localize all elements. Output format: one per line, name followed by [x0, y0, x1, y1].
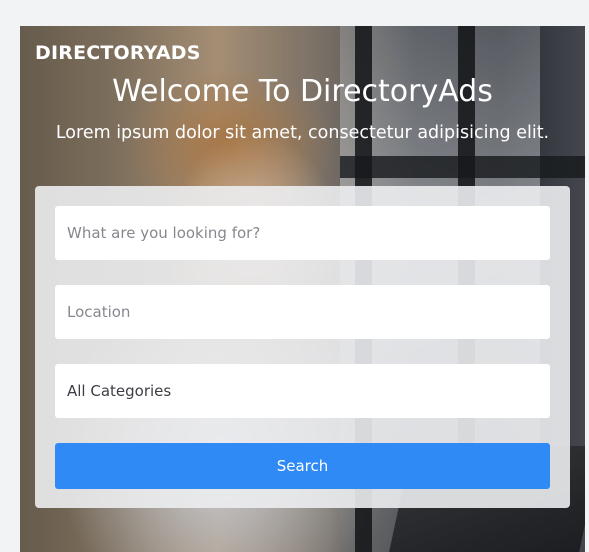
location-input[interactable] — [67, 303, 538, 321]
keyword-field[interactable] — [55, 206, 550, 260]
location-field[interactable] — [55, 285, 550, 339]
hero-title: Welcome To DirectoryAds — [112, 74, 493, 109]
category-select-value: All Categories — [67, 382, 172, 400]
search-button[interactable]: Search — [55, 443, 550, 489]
category-select[interactable]: All Categories — [55, 364, 550, 418]
hero-subtitle: Lorem ipsum dolor sit amet, consectetur … — [55, 123, 550, 143]
search-form: All Categories Search — [35, 186, 570, 508]
keyword-input[interactable] — [67, 224, 538, 242]
site-logo[interactable]: DIRECTORYADS — [35, 41, 201, 65]
